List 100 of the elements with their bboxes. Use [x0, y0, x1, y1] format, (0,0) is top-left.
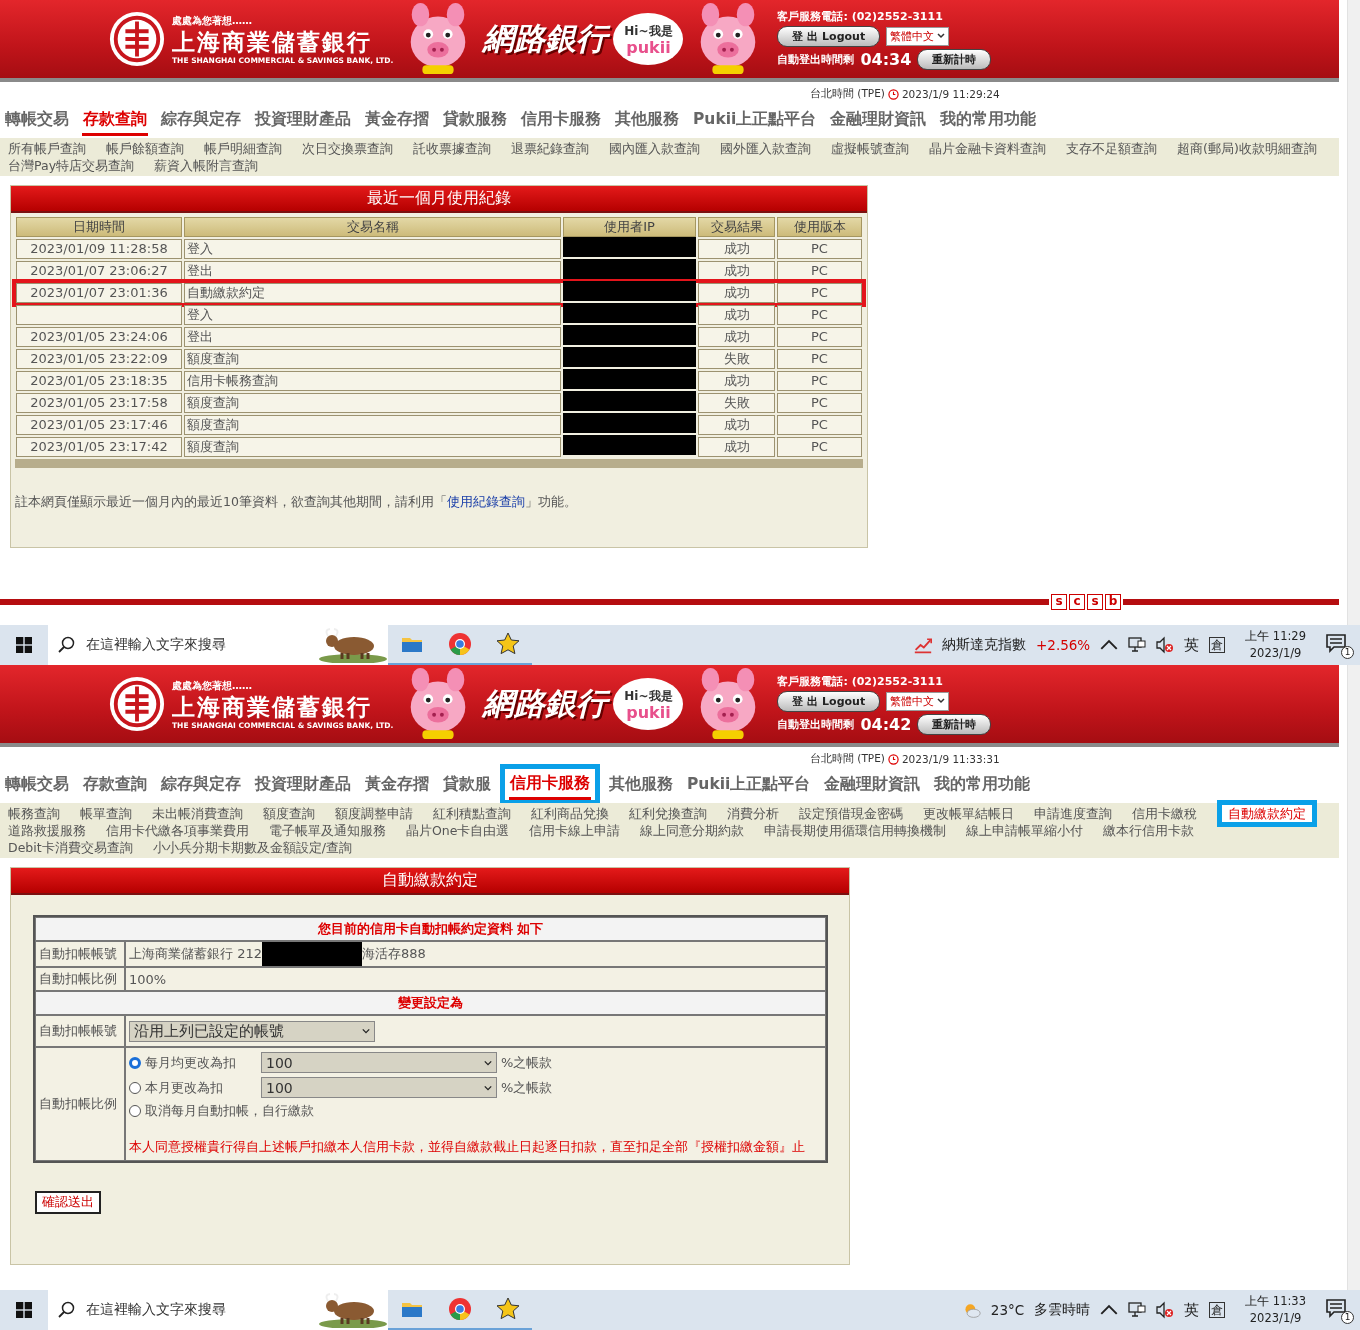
- submenu-link[interactable]: 台灣Pay特店交易查詢: [8, 157, 135, 174]
- submenu-link[interactable]: 設定預借現金密碼: [799, 805, 903, 822]
- submenu-link[interactable]: 紅利積點查詢: [433, 805, 511, 822]
- history-link[interactable]: 使用紀錄查詢: [446, 494, 525, 509]
- submenu-link[interactable]: 未出帳消費查詢: [152, 805, 243, 822]
- notification-icon[interactable]: [1326, 1298, 1346, 1318]
- temperature[interactable]: 23°C: [990, 1302, 1025, 1318]
- trend-chart-icon[interactable]: [914, 636, 932, 654]
- language-select[interactable]: 繁體中文: [886, 26, 950, 46]
- nav-tab[interactable]: 金融理財資訊: [823, 774, 922, 801]
- submenu-link[interactable]: 託收票據查詢: [413, 140, 491, 157]
- nav-tab[interactable]: 其他服務: [614, 109, 680, 136]
- input-language[interactable]: 英: [1184, 1300, 1200, 1320]
- network-icon[interactable]: [1128, 636, 1147, 654]
- taskbar-clock[interactable]: 上午 11:33 2023/1/9: [1235, 1293, 1316, 1327]
- bull-drawing: [318, 627, 388, 663]
- submenu-link[interactable]: 晶片金融卡資料查詢: [929, 140, 1046, 157]
- scrollbar[interactable]: [1347, 0, 1360, 625]
- taskbar-search-field[interactable]: 在這裡輸入文字來搜尋: [48, 1290, 388, 1330]
- nav-tab[interactable]: Pukii上正點平台: [686, 774, 812, 801]
- submenu-link[interactable]: 線上同意分期約款: [640, 822, 745, 839]
- reset-timer-button[interactable]: 重新計時: [917, 48, 992, 70]
- nav-tab[interactable]: 信用卡服務: [520, 109, 602, 136]
- nav-tab[interactable]: 信用卡服務: [509, 773, 591, 800]
- submenu-link[interactable]: 超商(郵局)收款明細查詢: [1177, 140, 1317, 157]
- submenu-link[interactable]: 信用卡繳稅: [1132, 805, 1197, 822]
- submenu-link[interactable]: 更改帳單結帳日: [923, 805, 1014, 822]
- submenu-link[interactable]: 信用卡線上申請: [529, 822, 621, 839]
- submenu-link[interactable]: 薪資入帳附言查詢: [154, 157, 259, 174]
- input-language[interactable]: 英: [1184, 635, 1200, 655]
- submenu-link[interactable]: 支存不足額查詢: [1066, 140, 1157, 157]
- nav-tab[interactable]: 我的常用功能: [939, 109, 1038, 136]
- nav-tab[interactable]: 我的常用功能: [933, 774, 1032, 801]
- speaker-muted-icon[interactable]: [1156, 636, 1175, 654]
- nav-tab[interactable]: 黃金存摺: [364, 109, 430, 136]
- nav-tab[interactable]: 綜存與定存: [160, 109, 242, 136]
- nav-tab[interactable]: 投資理財產品: [254, 109, 352, 136]
- submenu-link[interactable]: 國外匯入款查詢: [720, 140, 811, 157]
- windows-start-icon[interactable]: [16, 1302, 32, 1318]
- column-header: 日期時間: [16, 217, 182, 237]
- radio-button[interactable]: [129, 1081, 141, 1094]
- account-select[interactable]: 沿用上列已設定的帳號: [129, 1020, 375, 1042]
- taskbar-clock[interactable]: 上午 11:29 2023/1/9: [1235, 628, 1316, 662]
- reset-timer-button[interactable]: 重新計時: [917, 713, 992, 735]
- nav-tab[interactable]: 其他服務: [608, 774, 674, 801]
- submenu-link[interactable]: 退票紀錄查詢: [511, 140, 589, 157]
- nav-tab[interactable]: 貸款服: [442, 774, 492, 801]
- logout-button[interactable]: 登 出 Logout: [777, 690, 881, 712]
- submenu-link[interactable]: 信用卡代繳各項事業費用: [106, 822, 249, 839]
- submenu-link[interactable]: 道路救援服務: [8, 822, 86, 839]
- scrollbar[interactable]: [1347, 665, 1360, 1290]
- submenu-link[interactable]: 帳戶餘額查詢: [106, 140, 184, 157]
- percent-select[interactable]: 100: [261, 1077, 497, 1098]
- submenu-link[interactable]: Debit卡消費交易查詢: [8, 839, 133, 856]
- submenu-link[interactable]: 紅利兌換查詢: [629, 805, 707, 822]
- submenu-link[interactable]: 消費分析: [727, 805, 779, 822]
- radio-button[interactable]: [129, 1056, 141, 1069]
- submenu-link[interactable]: 線上申請帳單縮小付: [966, 822, 1084, 839]
- submenu-link[interactable]: 紅利商品兌換: [531, 805, 609, 822]
- weather-condition[interactable]: 多雲時晴: [1034, 1301, 1091, 1319]
- submit-button[interactable]: 確認送出: [35, 1191, 101, 1214]
- option-suffix: %之帳款: [501, 1078, 553, 1097]
- nav-tab[interactable]: 金融理財資訊: [829, 109, 928, 136]
- percent-select[interactable]: 100: [261, 1052, 497, 1073]
- windows-start-icon[interactable]: [16, 637, 32, 653]
- submenu-link[interactable]: 帳務查詢: [8, 805, 60, 822]
- taskbar-search-field[interactable]: 在這裡輸入文字來搜尋: [48, 625, 388, 665]
- radio-button[interactable]: [129, 1105, 141, 1117]
- submenu-link[interactable]: 次日交換票查詢: [302, 140, 393, 157]
- network-icon[interactable]: [1128, 1301, 1147, 1319]
- logout-button[interactable]: 登 出 Logout: [777, 25, 881, 47]
- nav-tab[interactable]: Pukii上正點平台: [692, 109, 818, 136]
- nav-tab[interactable]: 存款查詢: [82, 774, 148, 801]
- input-mode[interactable]: 倉: [1209, 1302, 1226, 1318]
- nav-tab[interactable]: 轉帳交易: [4, 774, 70, 801]
- nav-tab[interactable]: 綜存與定存: [160, 774, 242, 801]
- submenu-link[interactable]: 自動繳款約定: [1228, 805, 1306, 822]
- submenu-link[interactable]: 電子帳單及通知服務: [269, 822, 386, 839]
- submenu-link[interactable]: 晶片One卡自由選: [406, 822, 510, 839]
- submenu-link[interactable]: 申請長期使用循環信用轉換機制: [764, 822, 947, 839]
- submenu-link[interactable]: 國內匯入款查詢: [609, 140, 700, 157]
- speaker-muted-icon[interactable]: [1156, 1301, 1175, 1319]
- input-mode[interactable]: 倉: [1209, 637, 1226, 653]
- index-change[interactable]: +2.56%: [1036, 637, 1091, 653]
- submenu-link[interactable]: 繳本行信用卡款: [1103, 822, 1195, 839]
- notification-icon[interactable]: [1326, 633, 1346, 653]
- nav-tab[interactable]: 黃金存摺: [364, 774, 430, 801]
- submenu-link[interactable]: 帳單查詢: [80, 805, 132, 822]
- nav-tab[interactable]: 投資理財產品: [254, 774, 352, 801]
- submenu-link[interactable]: 申請進度查詢: [1034, 805, 1112, 822]
- submenu-link[interactable]: 額度調整申請: [335, 805, 413, 822]
- submenu-link[interactable]: 額度查詢: [263, 805, 315, 822]
- index-name[interactable]: 納斯達克指數: [942, 636, 1026, 654]
- language-select[interactable]: 繁體中文: [886, 691, 950, 711]
- submenu-link[interactable]: 小小兵分期卡期數及金額設定/查詢: [152, 839, 352, 856]
- nav-tab[interactable]: 貸款服務: [442, 109, 508, 136]
- submenu-link[interactable]: 虛擬帳號查詢: [831, 140, 909, 157]
- submenu-link[interactable]: 帳戶明細查詢: [204, 140, 282, 157]
- nav-tab[interactable]: 轉帳交易: [4, 109, 70, 136]
- submenu-link[interactable]: 所有帳戶查詢: [8, 140, 86, 157]
